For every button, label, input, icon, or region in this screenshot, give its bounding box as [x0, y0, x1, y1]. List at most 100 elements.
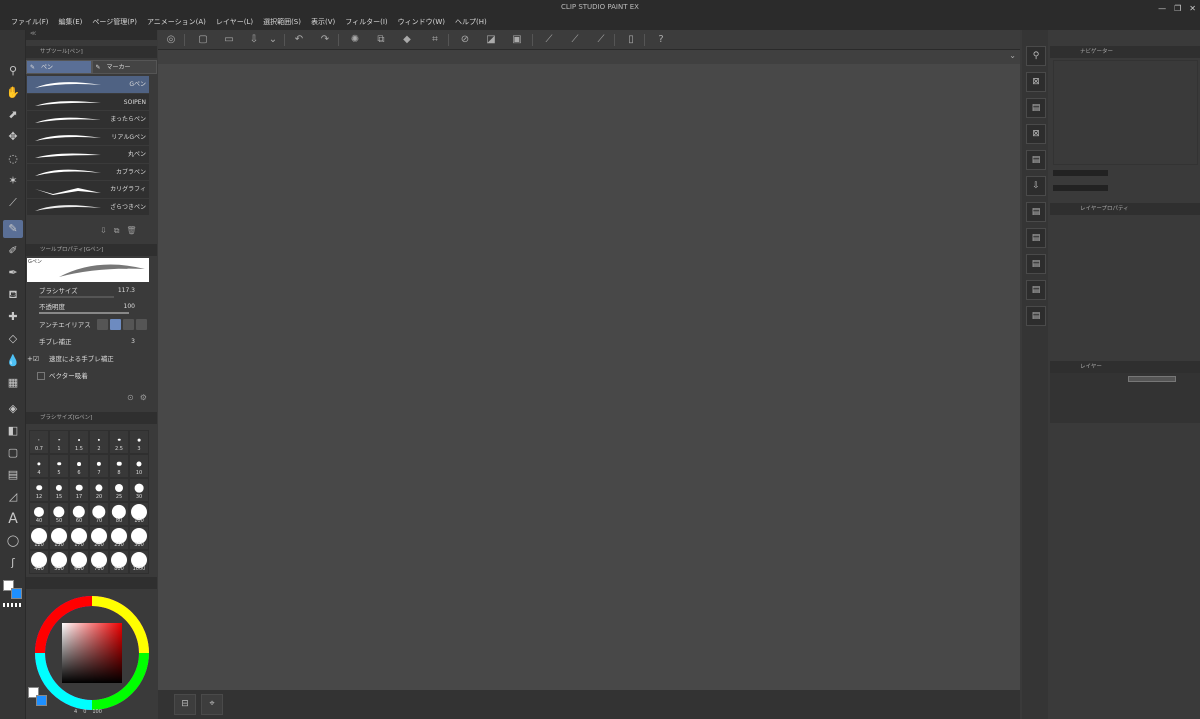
frame-icon[interactable]: ▤: [3, 466, 23, 484]
minimize-button[interactable]: —: [1158, 4, 1166, 13]
undo-icon[interactable]: ↶: [292, 33, 306, 47]
operation-icon[interactable]: ⬈: [3, 106, 23, 124]
material-icon[interactable]: ▤: [1026, 254, 1046, 274]
brush-size-cell[interactable]: 40: [29, 502, 49, 526]
clear-icon[interactable]: ✺: [348, 33, 362, 47]
figure-icon[interactable]: ▢: [3, 444, 23, 462]
brush-size-cell[interactable]: 200: [89, 526, 109, 550]
crop-icon[interactable]: ⌗: [428, 33, 442, 47]
brush-size-cell[interactable]: 150: [49, 526, 69, 550]
pencil-icon[interactable]: ✐: [3, 242, 23, 260]
search-icon[interactable]: ⚲: [1026, 46, 1046, 66]
brush-size-cell[interactable]: 500: [49, 550, 69, 574]
list-item[interactable]: Gペン: [27, 76, 149, 94]
brush-size-cell[interactable]: 7: [89, 454, 109, 478]
antialias-weak[interactable]: [110, 319, 121, 330]
opacity-row[interactable]: 不透明度 100: [27, 301, 149, 315]
copy-icon[interactable]: ⧉: [114, 226, 120, 238]
brush-size-cell[interactable]: 1000: [129, 550, 149, 574]
brush-size-cell[interactable]: 3: [129, 430, 149, 454]
chevron-down-icon[interactable]: ⌄: [266, 33, 280, 47]
sub-color-swatch[interactable]: [11, 588, 22, 599]
brush-size-cell[interactable]: 800: [109, 550, 129, 574]
clip-studio-icon[interactable]: ◎: [164, 33, 178, 47]
list-item[interactable]: ざらつきペン: [27, 198, 149, 216]
brush-size-cell[interactable]: 1: [49, 430, 69, 454]
brush-size-cell[interactable]: 400: [29, 550, 49, 574]
fill-bucket-icon[interactable]: ◈: [3, 400, 23, 418]
ruler-icon[interactable]: ◿: [3, 488, 23, 506]
material-icon[interactable]: ▤: [1026, 202, 1046, 222]
stabilization-row[interactable]: 手ブレ補正 3: [27, 336, 149, 350]
eyedropper-icon[interactable]: ⟋: [3, 194, 23, 212]
brush-size-cell[interactable]: 15: [49, 478, 69, 502]
brush-size-cell[interactable]: 50: [49, 502, 69, 526]
brush-size-cell[interactable]: 70: [89, 502, 109, 526]
material-icon[interactable]: ▤: [1026, 228, 1046, 248]
fill-icon[interactable]: ◆: [400, 33, 414, 47]
list-item[interactable]: カリグラフィ: [27, 181, 149, 199]
material-icon[interactable]: ▤: [1026, 280, 1046, 300]
vector-snap-row[interactable]: ベクター吸着: [27, 370, 149, 384]
menu-page[interactable]: ページ管理(P): [87, 15, 142, 29]
material-icon[interactable]: ⊠: [1026, 72, 1046, 92]
menu-window[interactable]: ウィンドウ(W): [393, 15, 450, 29]
brush-size-cell[interactable]: 20: [89, 478, 109, 502]
brush-size-slider[interactable]: [39, 296, 114, 298]
brush-size-cell[interactable]: 17: [69, 478, 89, 502]
gradient-icon[interactable]: ◧: [3, 422, 23, 440]
opacity-slider[interactable]: [39, 312, 129, 314]
canvas-area[interactable]: [158, 50, 1020, 690]
list-item[interactable]: カブラペン: [27, 163, 149, 181]
brush-size-cell[interactable]: 10: [129, 454, 149, 478]
brush-size-row[interactable]: ブラシサイズ 117.3: [27, 285, 149, 299]
select-all-icon[interactable]: ▣: [510, 33, 524, 47]
menu-filter[interactable]: フィルター(I): [340, 15, 392, 29]
sub-color-swatch[interactable]: [36, 695, 47, 706]
deselect-icon[interactable]: ⊘: [458, 33, 472, 47]
material-icon[interactable]: ▤: [1026, 150, 1046, 170]
menu-file[interactable]: ファイル(F): [6, 15, 54, 29]
smartphone-icon[interactable]: ▯: [624, 33, 638, 47]
brush-size-cell[interactable]: 300: [129, 526, 149, 550]
menu-help[interactable]: ヘルプ(H): [450, 15, 492, 29]
list-item[interactable]: 丸ペン: [27, 146, 149, 164]
menu-selection[interactable]: 選択範囲(S): [258, 15, 306, 29]
brush-size-cell[interactable]: 120: [29, 526, 49, 550]
new-file-icon[interactable]: ▢: [196, 33, 210, 47]
antialias-strong[interactable]: [136, 319, 147, 330]
transparent-color-swatch[interactable]: [3, 603, 23, 607]
brush-size-cell[interactable]: 170: [69, 526, 89, 550]
list-item[interactable]: リアルGペン: [27, 128, 149, 146]
airbrush-icon[interactable]: ⛾: [3, 286, 23, 304]
menu-layer[interactable]: レイヤー(L): [211, 15, 258, 29]
ruler-icon[interactable]: ⟋: [542, 33, 556, 47]
brush-size-cell[interactable]: 700: [89, 550, 109, 574]
open-folder-icon[interactable]: ▭: [222, 33, 236, 47]
brush-size-cell[interactable]: 1.5: [69, 430, 89, 454]
redo-icon[interactable]: ↷: [318, 33, 332, 47]
list-item[interactable]: まったらペン: [27, 111, 149, 129]
text-icon[interactable]: A: [3, 510, 23, 528]
snap-ruler-icon[interactable]: ⟋: [568, 33, 582, 47]
snap-special-ruler-icon[interactable]: ⟋: [594, 33, 608, 47]
checkbox-icon[interactable]: +☑: [27, 353, 39, 365]
help-icon[interactable]: ?: [654, 33, 668, 47]
grid-icon[interactable]: ▦: [3, 374, 23, 392]
material-icon[interactable]: ▤: [1026, 306, 1046, 326]
brush-size-cell[interactable]: 25: [109, 478, 129, 502]
brush-size-cell[interactable]: 5: [49, 454, 69, 478]
speed-stab-row[interactable]: +☑ 速度による手ブレ補正: [27, 353, 149, 367]
brush-size-cell[interactable]: 30: [129, 478, 149, 502]
vector-snap-checkbox[interactable]: [37, 372, 45, 380]
page-view-icon[interactable]: ⊟: [174, 694, 196, 715]
brush-size-cell[interactable]: 100: [129, 502, 149, 526]
hand-icon[interactable]: ✋: [3, 84, 23, 102]
brush-size-cell[interactable]: 80: [109, 502, 129, 526]
menu-animation[interactable]: アニメーション(A): [142, 15, 211, 29]
menu-edit[interactable]: 編集(E): [54, 15, 88, 29]
brush-size-cell[interactable]: 600: [69, 550, 89, 574]
decoration-icon[interactable]: ✚: [3, 308, 23, 326]
fit-view-icon[interactable]: ⌖: [201, 694, 223, 715]
close-button[interactable]: ✕: [1189, 4, 1196, 13]
